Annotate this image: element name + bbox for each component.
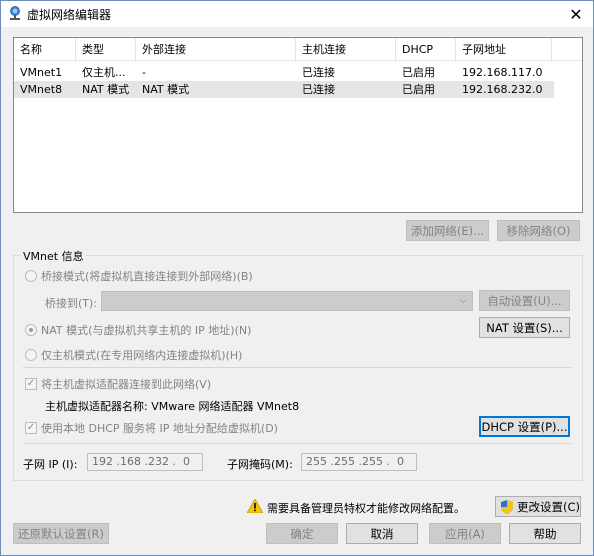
column-header-type[interactable]: 类型 xyxy=(76,38,136,61)
remove-network-button[interactable]: 移除网络(O) xyxy=(497,220,580,241)
nat-mode-radio[interactable]: NAT 模式(与虚拟机共享主机的 IP 地址)(N) xyxy=(25,322,251,338)
chevron-down-icon: ⌵ xyxy=(459,295,467,306)
host-only-label: 仅主机模式(在专用网络内连接虚拟机)(H) xyxy=(41,349,243,362)
column-header-name[interactable]: 名称 xyxy=(14,38,76,61)
change-settings-label: 更改设置(C) xyxy=(517,499,581,514)
bridge-to-select[interactable]: ⌵ xyxy=(101,291,473,311)
warning-icon xyxy=(247,499,263,513)
add-network-button[interactable]: 添加网络(E)... xyxy=(406,220,489,241)
subnet-mask-label: 子网掩码(M): xyxy=(227,458,293,471)
column-header-subnet[interactable]: 子网地址 xyxy=(456,38,552,61)
subnet-mask-field[interactable]: 255 .255 .255 . 0 xyxy=(301,453,417,471)
network-list[interactable]: 名称 类型 外部连接 主机连接 DHCP 子网地址 VMnet1 仅主机... … xyxy=(13,37,583,213)
virtual-network-editor-window: 虚拟网络编辑器 ✕ 名称 类型 外部连接 主机连接 DHCP 子网地址 VMne… xyxy=(0,0,594,556)
host-only-radio[interactable]: 仅主机模式(在专用网络内连接虚拟机)(H) xyxy=(25,347,242,363)
use-dhcp-label: 使用本地 DHCP 服务将 IP 地址分配给虚拟机(D) xyxy=(41,422,278,435)
checkbox-indicator: ✓ xyxy=(25,422,37,434)
change-settings-button[interactable]: 更改设置(C) xyxy=(495,496,581,517)
column-header-dhcp[interactable]: DHCP xyxy=(396,38,456,61)
checkbox-indicator: ✓ xyxy=(25,378,37,390)
close-icon: ✕ xyxy=(569,4,583,24)
cell-host: 已连接 xyxy=(302,66,335,79)
divider xyxy=(23,443,571,444)
vmnet-info-group xyxy=(13,255,583,481)
cell-dhcp: 已启用 xyxy=(402,66,435,79)
close-button[interactable]: ✕ xyxy=(559,1,593,27)
ok-button[interactable]: 确定 xyxy=(266,523,338,544)
divider xyxy=(23,367,571,368)
radio-indicator xyxy=(25,349,37,361)
subnet-ip-label: 子网 IP (I): xyxy=(23,458,78,471)
cell-dhcp: 已启用 xyxy=(402,83,435,96)
cell-subnet: 192.168.232.0 xyxy=(462,83,543,96)
vmnet-info-label: VMnet 信息 xyxy=(21,248,86,264)
apply-button[interactable]: 应用(A) xyxy=(429,523,501,544)
cell-host: 已连接 xyxy=(302,83,335,96)
nat-mode-label: NAT 模式(与虚拟机共享主机的 IP 地址)(N) xyxy=(41,324,252,337)
radio-indicator xyxy=(25,324,37,336)
bridge-mode-label: 桥接模式(将虚拟机直接连接到外部网络)(B) xyxy=(41,270,253,283)
window-title: 虚拟网络编辑器 xyxy=(27,8,112,22)
host-adapter-name: 主机虚拟适配器名称: VMware 网络适配器 VMnet8 xyxy=(45,400,300,413)
cell-type: NAT 模式 xyxy=(82,83,130,96)
subnet-ip-field[interactable]: 192 .168 .232 . 0 xyxy=(87,453,203,471)
cell-type: 仅主机... xyxy=(82,66,126,79)
vmware-network-icon xyxy=(10,6,20,20)
list-header: 名称 类型 外部连接 主机连接 DHCP 子网地址 xyxy=(14,38,582,61)
cell-subnet: 192.168.117.0 xyxy=(462,66,543,79)
uac-shield-icon xyxy=(501,499,513,514)
connect-host-adapter-label: 将主机虚拟适配器连接到此网络(V) xyxy=(41,378,212,391)
connect-host-adapter-checkbox[interactable]: ✓ 将主机虚拟适配器连接到此网络(V) xyxy=(25,376,211,392)
bridge-to-label: 桥接到(T): xyxy=(45,297,98,310)
auto-settings-button[interactable]: 自动设置(U)... xyxy=(479,290,570,311)
table-row[interactable]: VMnet1 仅主机... - 已连接 已启用 192.168.117.0 xyxy=(14,64,582,81)
cell-external: - xyxy=(142,66,146,79)
table-row[interactable]: VMnet8 NAT 模式 NAT 模式 已连接 已启用 192.168.232… xyxy=(14,81,554,98)
radio-indicator xyxy=(25,270,37,282)
bridge-mode-radio[interactable]: 桥接模式(将虚拟机直接连接到外部网络)(B) xyxy=(25,268,253,284)
use-dhcp-checkbox[interactable]: ✓ 使用本地 DHCP 服务将 IP 地址分配给虚拟机(D) xyxy=(25,420,278,436)
cell-name: VMnet1 xyxy=(20,66,63,79)
cell-external: NAT 模式 xyxy=(142,83,190,96)
help-button[interactable]: 帮助 xyxy=(509,523,581,544)
admin-warning-text: 需要具备管理员特权才能修改网络配置。 xyxy=(267,502,465,515)
nat-settings-button[interactable]: NAT 设置(S)... xyxy=(479,317,570,338)
column-header-host[interactable]: 主机连接 xyxy=(296,38,396,61)
cancel-button[interactable]: 取消 xyxy=(346,523,418,544)
dhcp-settings-button[interactable]: DHCP 设置(P)... xyxy=(479,416,570,437)
restore-defaults-button[interactable]: 还原默认设置(R) xyxy=(13,523,109,544)
column-header-external[interactable]: 外部连接 xyxy=(136,38,296,61)
cell-name: VMnet8 xyxy=(20,83,63,96)
title-bar: 虚拟网络编辑器 ✕ xyxy=(1,1,593,27)
